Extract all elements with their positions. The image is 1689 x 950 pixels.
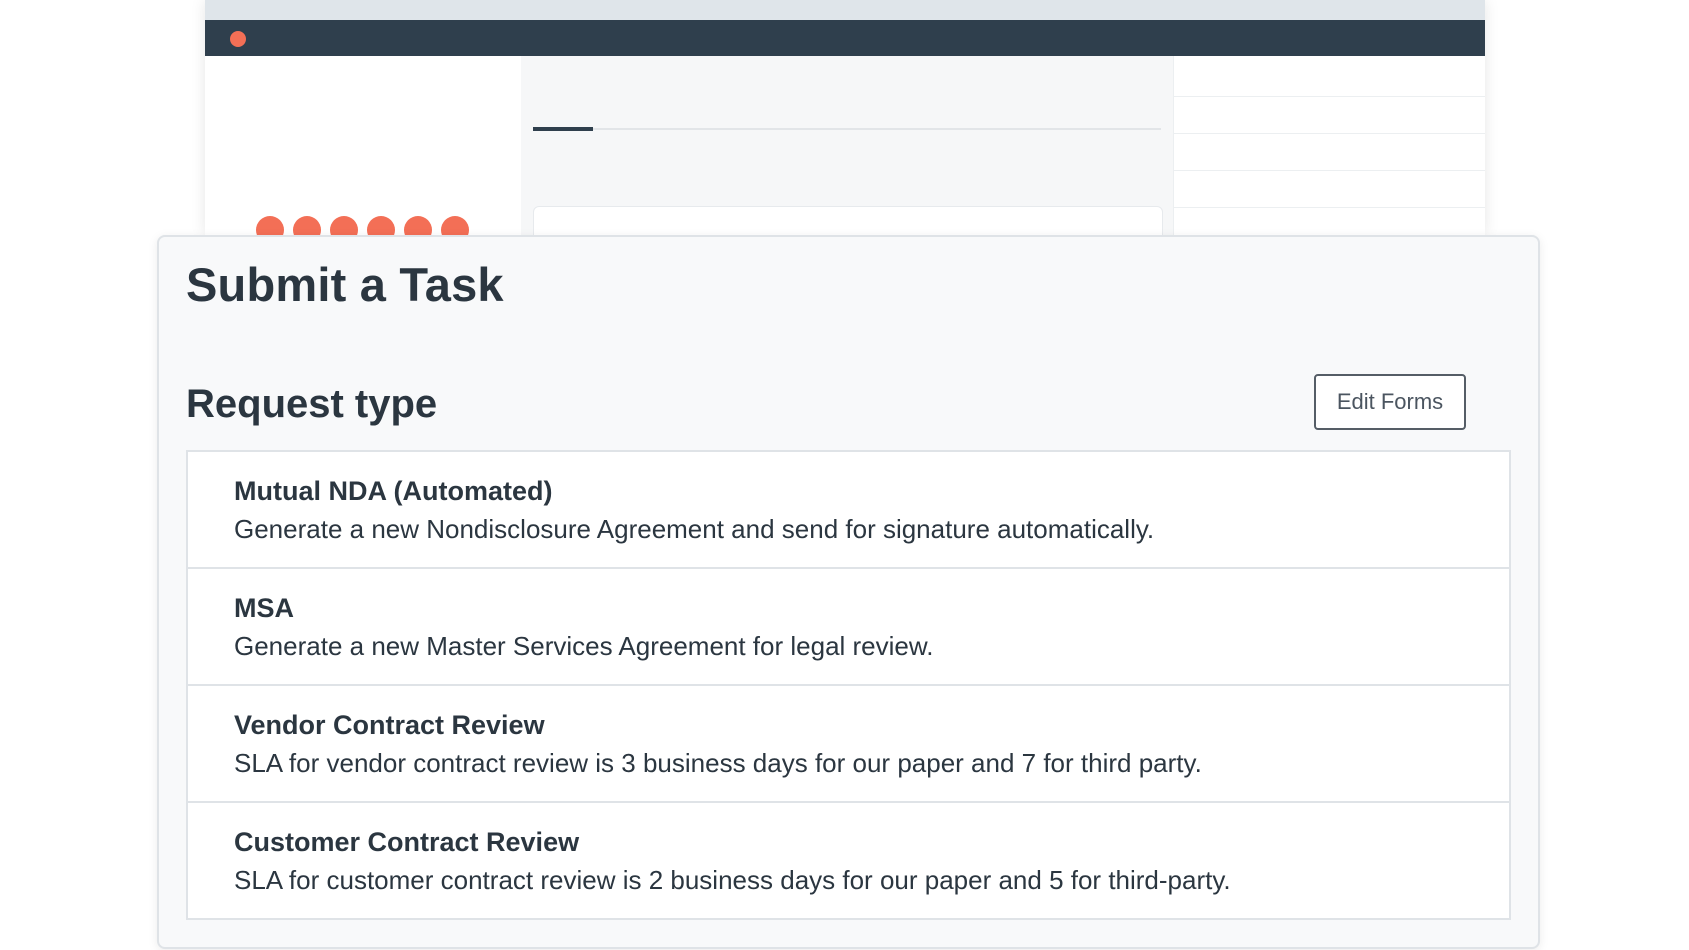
edit-forms-button[interactable]: Edit Forms <box>1314 374 1466 430</box>
background-sidebar <box>205 56 521 235</box>
active-tab-indicator[interactable] <box>533 127 593 131</box>
window-top-strip <box>205 0 1485 20</box>
request-type-title: MSA <box>234 593 294 623</box>
submit-task-panel: Submit a Task Request type Edit Forms Mu… <box>157 235 1540 949</box>
window-close-dot-icon[interactable] <box>230 31 246 47</box>
background-card <box>533 206 1163 235</box>
request-type-description: Generate a new Nondisclosure Agreement a… <box>234 514 1155 544</box>
dot-icon <box>441 216 469 235</box>
row-divider <box>1174 133 1485 134</box>
request-type-list: Mutual NDA (Automated) Generate a new No… <box>186 450 1511 920</box>
background-app-window <box>205 0 1485 235</box>
request-type-title: Customer Contract Review <box>234 827 580 857</box>
request-type-heading: Request type <box>186 382 438 426</box>
page-title: Submit a Task <box>186 258 504 311</box>
request-type-description: SLA for vendor contract review is 3 busi… <box>234 748 1202 778</box>
request-type-item-mutual-nda[interactable]: Mutual NDA (Automated) Generate a new No… <box>188 452 1509 569</box>
row-divider <box>1174 207 1485 208</box>
window-titlebar <box>205 20 1485 56</box>
dot-icon <box>367 216 395 235</box>
request-type-title: Mutual NDA (Automated) <box>234 476 553 506</box>
dot-icon <box>330 216 358 235</box>
request-type-description: SLA for customer contract review is 2 bu… <box>234 865 1231 895</box>
request-type-title: Vendor Contract Review <box>234 710 545 740</box>
dot-icon <box>293 216 321 235</box>
request-type-item-customer-contract-review[interactable]: Customer Contract Review SLA for custome… <box>188 803 1509 918</box>
background-right-panel <box>1173 56 1485 235</box>
request-type-item-vendor-contract-review[interactable]: Vendor Contract Review SLA for vendor co… <box>188 686 1509 803</box>
progress-dots <box>256 216 469 235</box>
row-divider <box>1174 96 1485 97</box>
request-type-item-msa[interactable]: MSA Generate a new Master Services Agree… <box>188 569 1509 686</box>
background-tab-bar <box>533 127 1161 131</box>
background-main-area <box>521 56 1173 235</box>
dot-icon <box>256 216 284 235</box>
request-type-description: Generate a new Master Services Agreement… <box>234 631 934 661</box>
row-divider <box>1174 170 1485 171</box>
dot-icon <box>404 216 432 235</box>
